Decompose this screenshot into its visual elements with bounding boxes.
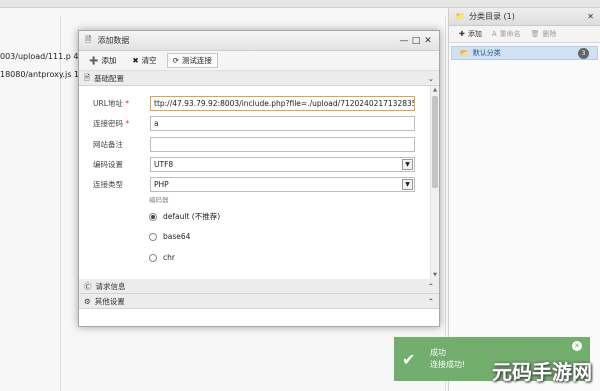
rename-category-button[interactable]: A 重命名: [492, 29, 521, 39]
scroll-down-icon[interactable]: ▼: [431, 272, 439, 278]
toast-title: 成功: [430, 348, 446, 357]
add-category-button[interactable]: ✚ 添加: [459, 29, 482, 39]
grid-line: [445, 16, 446, 391]
encoder-option-label: chr: [163, 253, 175, 262]
chevron-down-icon: ⌄: [427, 73, 434, 83]
section-label: 基础配置: [94, 73, 125, 83]
radio-icon[interactable]: [149, 232, 157, 241]
section-other-settings[interactable]: ⚙ 其他设置 ⌃: [79, 294, 439, 309]
section-label: 其他设置: [94, 296, 125, 306]
note-label: 网站备注: [93, 140, 123, 149]
chevron-down-icon[interactable]: ▼: [402, 159, 413, 170]
encoder-heading: 编码器: [149, 196, 169, 204]
required-mark: *: [125, 119, 130, 128]
document-icon: 🗎: [85, 34, 92, 44]
check-icon: ✔: [402, 350, 416, 369]
maximize-icon[interactable]: □: [411, 36, 421, 46]
ie-icon: Ⓒ: [84, 281, 92, 291]
add-icon: ➕: [89, 56, 99, 65]
radio-icon[interactable]: [149, 253, 157, 262]
document-icon: 🗎: [84, 72, 91, 82]
dialog-toolbar: ➕ 添加 ✖ 清空 ⟳ 测试连接: [79, 51, 439, 71]
category-item-label: 默认分类: [472, 49, 501, 57]
category-panel: 📁 分类目录 (1) ✕ ✚ 添加 A 重命名 🗑 删除 📂 默认分类 3: [448, 8, 600, 391]
scroll-up-icon[interactable]: ▲: [431, 87, 439, 93]
encoding-row: 编码设置 UTF8 ▼: [93, 157, 415, 172]
encoder-option-label: default (不推荐): [163, 212, 221, 221]
scrollbar-thumb[interactable]: [432, 96, 438, 188]
note-row: 网站备注: [93, 137, 415, 152]
site-watermark: 元码手游网: [492, 360, 592, 384]
dialog-title: 添加数据: [97, 36, 130, 45]
dialog-titlebar[interactable]: 🗎 添加数据 — □ ✕: [79, 31, 439, 51]
encoder-option-chr[interactable]: chr: [149, 253, 175, 262]
type-select[interactable]: PHP ▼: [150, 177, 415, 192]
trash-icon: 🗑: [530, 30, 540, 38]
x-icon: ✖: [132, 56, 139, 65]
required-mark: *: [125, 99, 130, 108]
section-label: 请求信息: [95, 281, 126, 291]
password-label: 连接密码: [93, 119, 123, 128]
add-data-dialog: 🗎 添加数据 — □ ✕ ➕ 添加 ✖ 清空 ⟳ 测试连接 🗎 基础配置 ⌄ U…: [78, 30, 440, 327]
app-topbar: [0, 0, 600, 8]
chevron-up-icon: ⌃: [427, 281, 434, 291]
close-icon[interactable]: ✕: [423, 36, 433, 46]
type-value: PHP: [154, 180, 169, 189]
category-item-default[interactable]: 📂 默认分类 3: [451, 46, 598, 60]
form-scrollbar[interactable]: ▲ ▼: [430, 86, 439, 279]
text-icon: A: [491, 30, 497, 38]
chevron-up-icon: ⌃: [427, 296, 434, 306]
close-icon[interactable]: ✕: [587, 12, 594, 21]
radio-checked-icon[interactable]: [149, 212, 157, 221]
test-connection-button[interactable]: ⟳ 测试连接: [166, 53, 218, 68]
clear-button[interactable]: ✖ 清空: [126, 53, 162, 68]
url-label: URL地址: [93, 99, 123, 108]
password-row: 连接密码 * a: [93, 116, 415, 131]
spinner-icon: ⟳: [172, 56, 179, 65]
encoding-value: UTF8: [154, 160, 174, 169]
toast-message: 连接成功!: [430, 360, 466, 369]
folder-icon: 📂: [460, 49, 469, 57]
category-toolbar: ✚ 添加 A 重命名 🗑 删除: [449, 26, 600, 43]
url-row: URL地址 * ttp://47.93.79.92:8003/include.p…: [93, 96, 415, 111]
chevron-down-icon[interactable]: ▼: [402, 179, 413, 190]
count-badge: 3: [578, 47, 589, 59]
encoding-select[interactable]: UTF8 ▼: [150, 157, 415, 172]
encoder-option-default[interactable]: default (不推荐): [149, 211, 220, 222]
type-row: 连接类型 PHP ▼: [93, 177, 415, 192]
note-input[interactable]: [150, 137, 415, 152]
category-panel-title: 分类目录 (1): [468, 12, 515, 21]
encoding-label: 编码设置: [93, 160, 123, 169]
category-panel-header: 📁 分类目录 (1) ✕: [449, 8, 600, 26]
minimize-icon[interactable]: —: [399, 36, 409, 46]
section-request-info[interactable]: Ⓒ 请求信息 ⌃: [79, 279, 439, 294]
section-basic-config[interactable]: 🗎 基础配置 ⌄: [79, 71, 439, 86]
close-icon[interactable]: ✕: [572, 341, 582, 351]
url-input[interactable]: ttp://47.93.79.92:8003/include.php?file=…: [150, 96, 415, 111]
plus-icon: ✚: [459, 30, 465, 38]
password-input[interactable]: a: [150, 116, 415, 131]
basic-config-form: URL地址 * ttp://47.93.79.92:8003/include.p…: [79, 86, 439, 279]
encoder-option-label: base64: [163, 232, 191, 241]
type-label: 连接类型: [93, 180, 123, 189]
gears-icon: ⚙: [84, 296, 91, 306]
encoder-option-base64[interactable]: base64: [149, 232, 190, 241]
add-button[interactable]: ➕ 添加: [83, 53, 122, 68]
folder-icon: 📁: [455, 12, 465, 21]
delete-category-button[interactable]: 🗑 删除: [531, 29, 557, 39]
